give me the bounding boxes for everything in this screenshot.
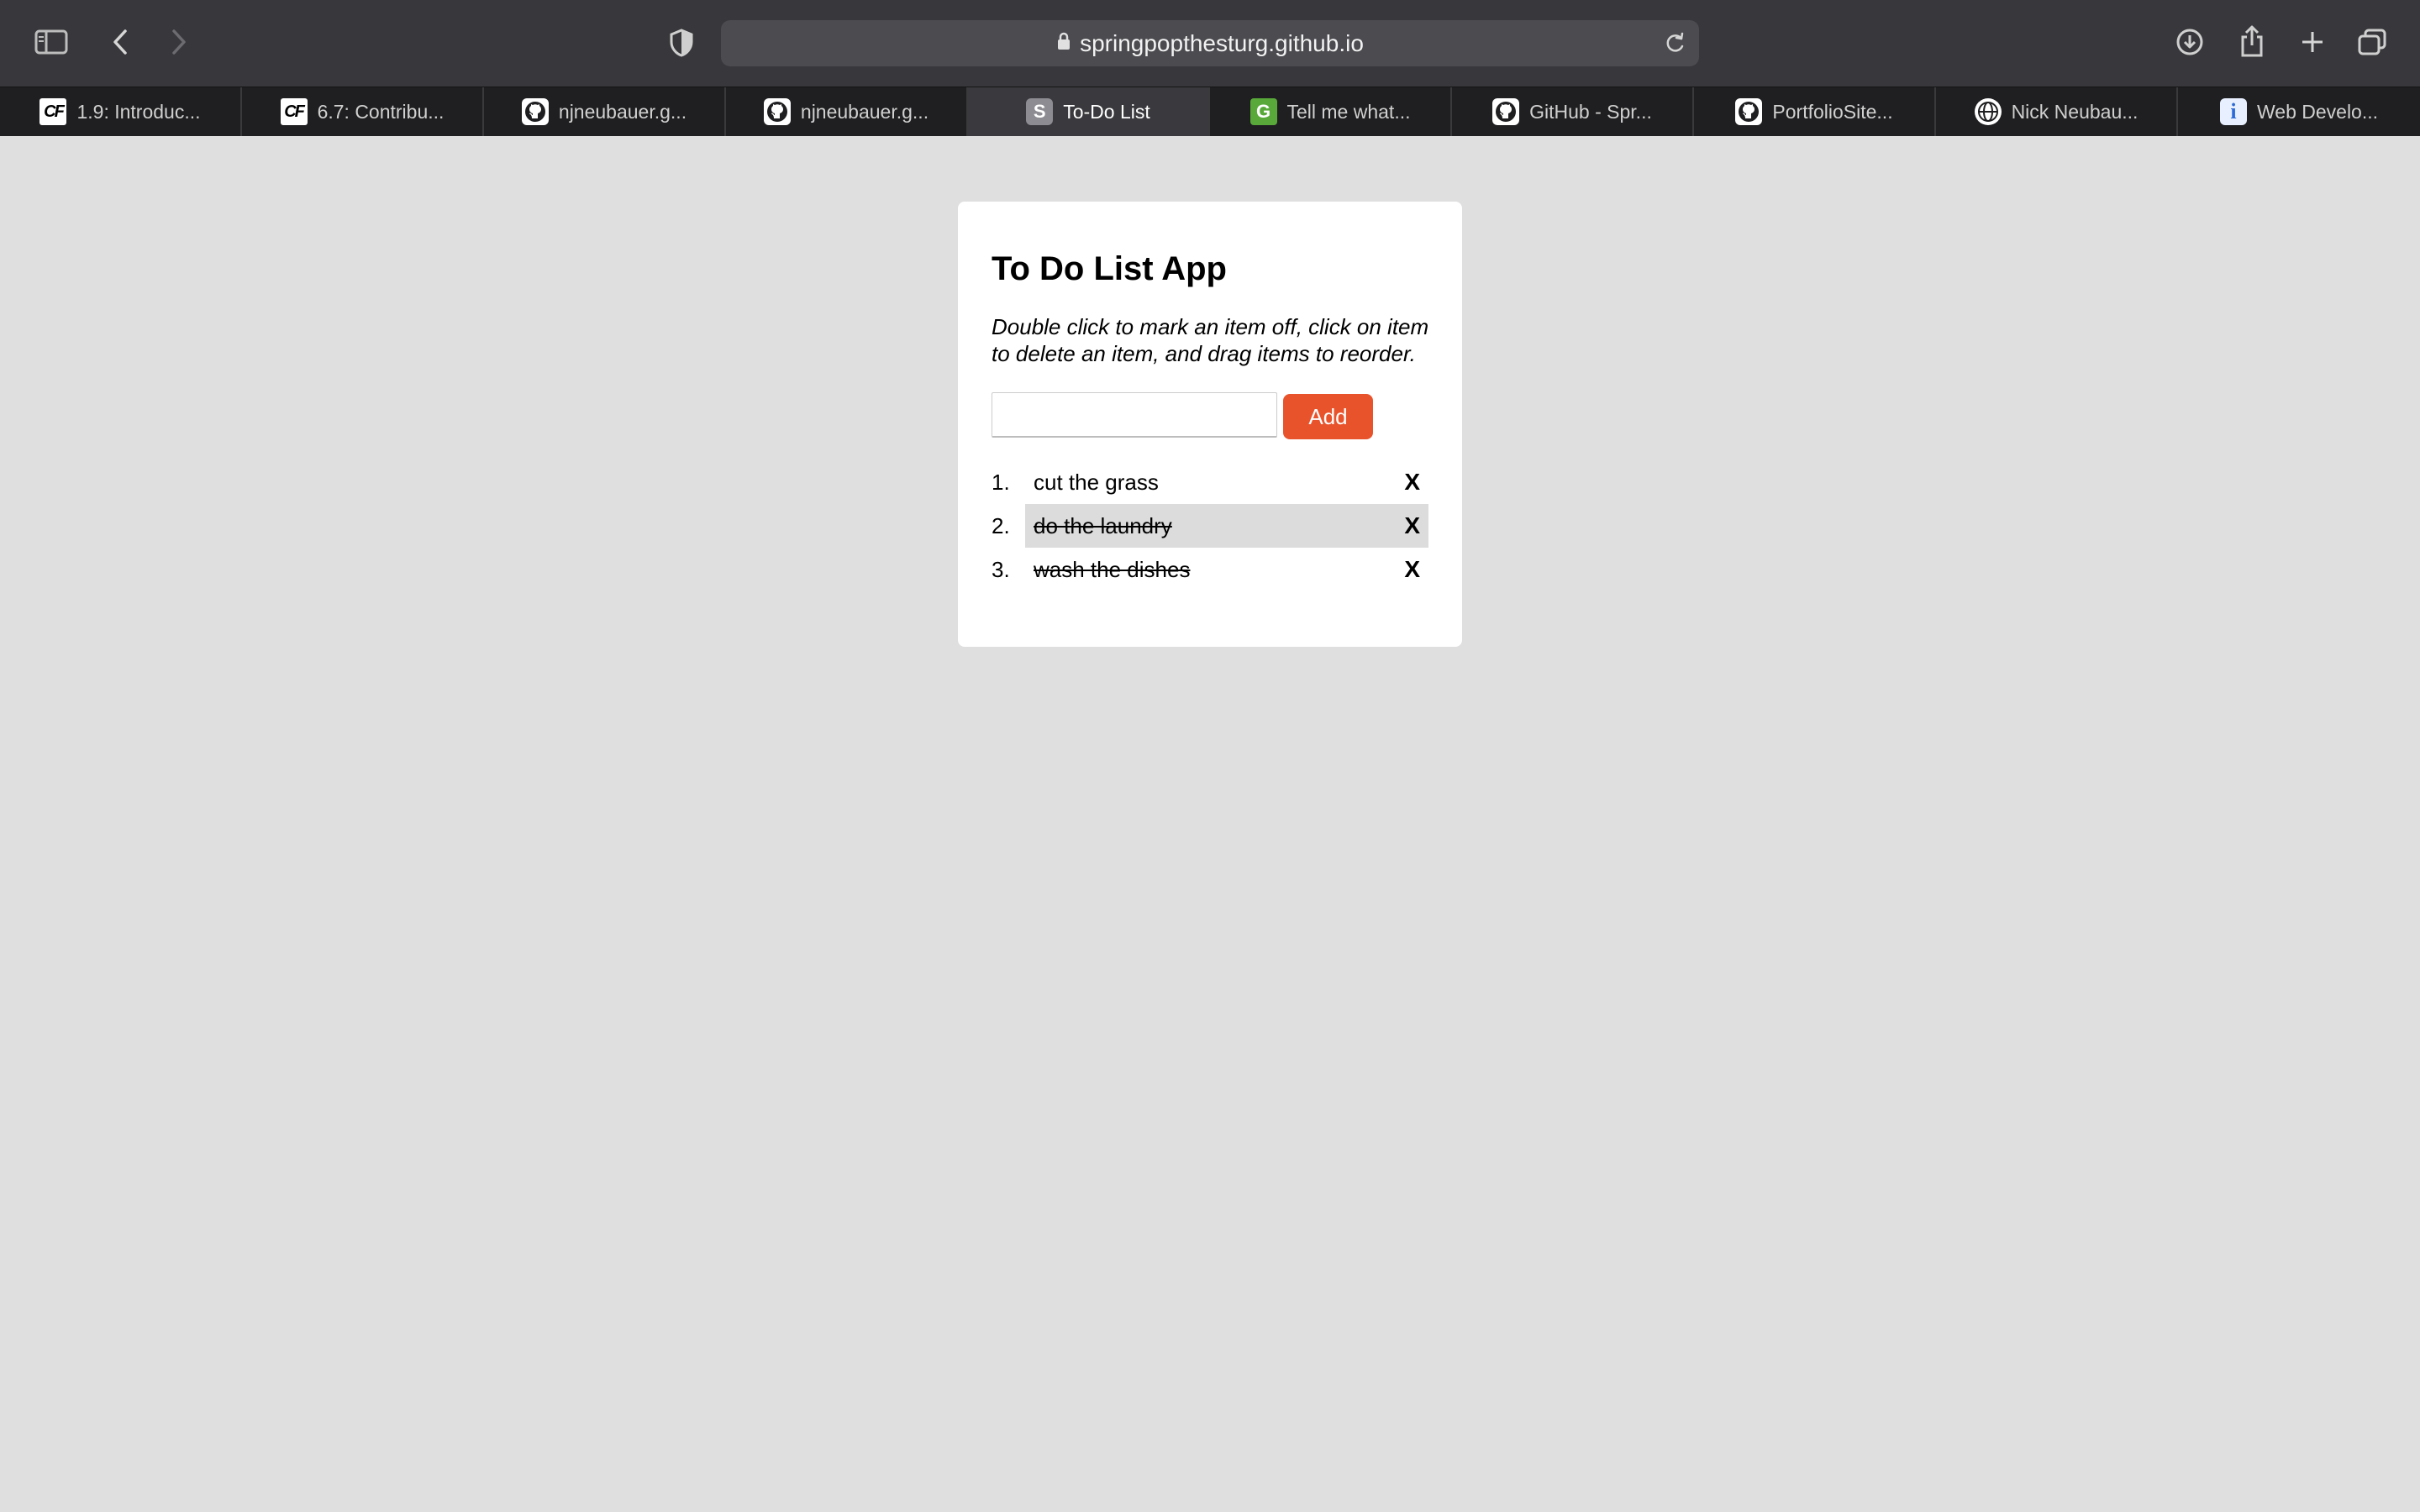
downloads-icon[interactable] bbox=[2175, 27, 2205, 57]
tab-label: 1.9: Introduc... bbox=[76, 100, 201, 123]
tab-tell-me-what[interactable]: G Tell me what... bbox=[1210, 87, 1452, 136]
sidebar-toggle-icon[interactable] bbox=[34, 27, 69, 57]
page-title: To Do List App bbox=[992, 250, 1227, 287]
delete-button[interactable]: X bbox=[1404, 548, 1420, 591]
add-button[interactable]: Add bbox=[1283, 394, 1373, 439]
delete-button[interactable]: X bbox=[1404, 504, 1420, 548]
github-icon bbox=[1735, 98, 1763, 125]
todo-item-3[interactable]: 3. wash the dishes X bbox=[992, 548, 1428, 591]
instructions-text: Double click to mark an item off, click … bbox=[992, 314, 1429, 366]
tab-label: Web Develo... bbox=[2256, 100, 2379, 123]
tab-label: Nick Neubau... bbox=[2011, 100, 2139, 123]
tab-to-do-list[interactable]: S To-Do List bbox=[968, 87, 1210, 136]
tab-njneubauer-2[interactable]: njneubauer.g... bbox=[726, 87, 968, 136]
tab-label: Tell me what... bbox=[1286, 100, 1411, 123]
tab-6-7-contributing[interactable]: CF 6.7: Contribu... bbox=[242, 87, 484, 136]
tab-label: PortfolioSite... bbox=[1772, 100, 1893, 123]
tab-bar: CF 1.9: Introduc... CF 6.7: Contribu... … bbox=[0, 87, 2420, 136]
tab-label: njneubauer.g... bbox=[800, 100, 929, 123]
tab-njneubauer-1[interactable]: njneubauer.g... bbox=[484, 87, 726, 136]
new-item-input[interactable] bbox=[992, 392, 1277, 438]
github-icon bbox=[1492, 98, 1520, 125]
item-body[interactable]: wash the dishes X bbox=[1025, 548, 1428, 591]
todo-item-1[interactable]: 1. cut the grass X bbox=[992, 460, 1428, 504]
url-text: springpopthesturg.github.io bbox=[1080, 29, 1364, 56]
cf-logo-icon: CF bbox=[280, 98, 308, 125]
forward-icon[interactable] bbox=[166, 27, 192, 57]
globe-icon bbox=[1974, 98, 2002, 125]
tab-github-spr[interactable]: GitHub - Spr... bbox=[1452, 87, 1694, 136]
item-text: cut the grass bbox=[1034, 469, 1159, 495]
tab-label: To-Do List bbox=[1063, 100, 1150, 123]
share-icon[interactable] bbox=[2237, 24, 2267, 59]
info-icon: i bbox=[2219, 98, 2247, 125]
back-icon[interactable] bbox=[108, 27, 133, 57]
todo-item-2[interactable]: 2. do the laundry X bbox=[992, 504, 1428, 548]
tab-label: GitHub - Spr... bbox=[1529, 100, 1652, 123]
item-number: 2. bbox=[992, 512, 1010, 538]
item-body[interactable]: do the laundry X bbox=[1025, 504, 1428, 548]
lock-icon bbox=[1056, 31, 1071, 55]
item-text: wash the dishes bbox=[1034, 556, 1191, 582]
new-tab-icon[interactable] bbox=[2297, 27, 2328, 57]
tab-label: njneubauer.g... bbox=[558, 100, 687, 123]
tab-overview-icon[interactable] bbox=[2356, 27, 2388, 57]
item-body[interactable]: cut the grass X bbox=[1025, 460, 1428, 504]
tab-portfoliosite[interactable]: PortfolioSite... bbox=[1694, 87, 1936, 136]
tab-nick-neubauer[interactable]: Nick Neubau... bbox=[1936, 87, 2178, 136]
item-number: 3. bbox=[992, 556, 1010, 582]
cf-logo-icon: CF bbox=[39, 98, 67, 125]
todo-card: To Do List App Double click to mark an i… bbox=[958, 202, 1462, 647]
browser-toolbar: springpopthesturg.github.io bbox=[0, 0, 2420, 87]
github-icon bbox=[521, 98, 549, 125]
reload-icon[interactable] bbox=[1664, 32, 1686, 60]
tab-web-develo[interactable]: i Web Develo... bbox=[2178, 87, 2420, 136]
item-number: 1. bbox=[992, 469, 1010, 495]
s-letter-icon: S bbox=[1026, 98, 1054, 125]
g-letter-icon: G bbox=[1249, 98, 1277, 125]
tab-1-9-introduction[interactable]: CF 1.9: Introduc... bbox=[0, 87, 242, 136]
tab-label: 6.7: Contribu... bbox=[317, 100, 445, 123]
address-bar[interactable]: springpopthesturg.github.io bbox=[721, 20, 1699, 66]
todo-list: 1. cut the grass X 2. do the laundry X 3… bbox=[992, 460, 1428, 591]
delete-button[interactable]: X bbox=[1404, 460, 1420, 504]
item-text: do the laundry bbox=[1034, 512, 1172, 538]
github-icon bbox=[763, 98, 791, 125]
privacy-shield-icon[interactable] bbox=[667, 27, 696, 59]
